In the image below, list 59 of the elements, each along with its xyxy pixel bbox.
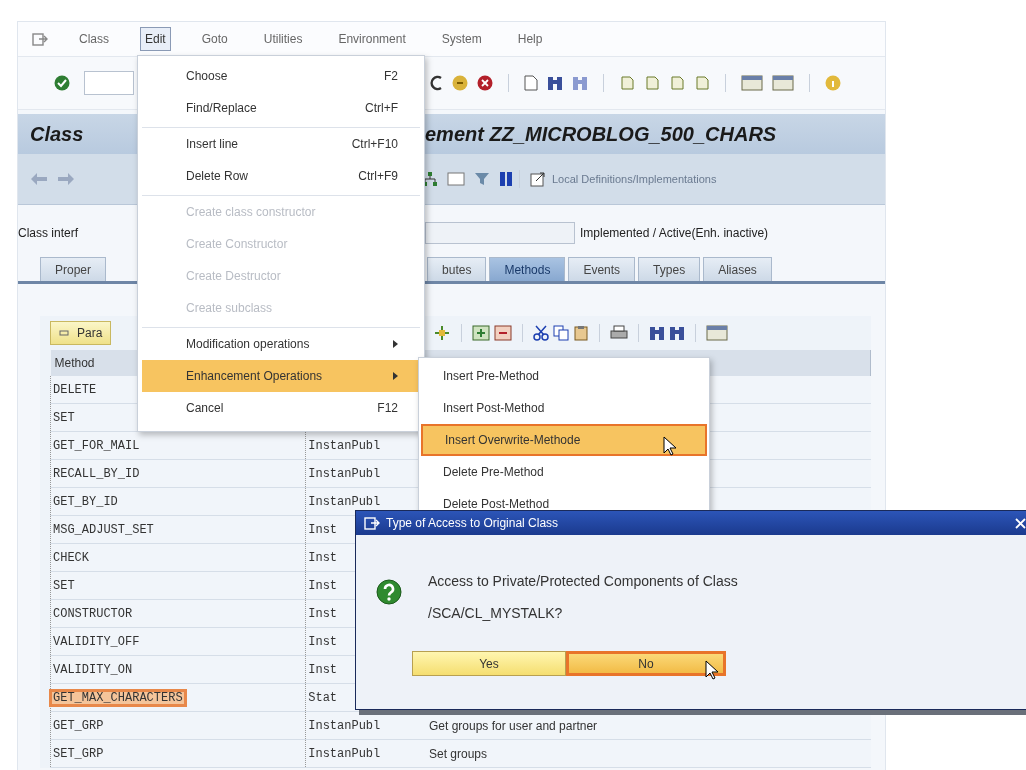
- menu-item[interactable]: Insert Post-Method: [421, 392, 707, 424]
- method-name[interactable]: SET: [51, 578, 77, 593]
- method-type: Inst: [307, 606, 339, 621]
- menu-item[interactable]: Insert line Ctrl+F10: [142, 127, 420, 160]
- method-type: InstanPubl: [307, 466, 382, 481]
- tab[interactable]: Methods: [489, 257, 566, 281]
- menu-item[interactable]: Find/Replace Ctrl+F: [142, 92, 420, 124]
- method-name[interactable]: GET_FOR_MAIL: [51, 438, 142, 453]
- method-name[interactable]: VALIDITY_ON: [51, 662, 135, 677]
- menu-bar-item[interactable]: Edit: [140, 27, 171, 51]
- method-type: InstanPubl: [307, 718, 382, 733]
- menu-item[interactable]: Delete Pre-Method: [421, 456, 707, 488]
- menu-item[interactable]: Cancel F12: [142, 392, 420, 424]
- menu-item[interactable]: Enhancement Operations: [142, 360, 420, 392]
- menu-item[interactable]: Choose F2: [142, 60, 420, 92]
- menu-item[interactable]: Insert Pre-Method: [421, 360, 707, 392]
- method-name[interactable]: RECALL_BY_ID: [51, 466, 142, 481]
- dialog-title: Type of Access to Original Class: [386, 516, 559, 530]
- parameters-button[interactable]: Para: [50, 321, 112, 345]
- method-name[interactable]: GET_GRP: [51, 718, 106, 733]
- menu-bar-item[interactable]: Help: [512, 27, 548, 51]
- tab[interactable]: Events: [568, 257, 636, 281]
- method-name[interactable]: MSG_ADJUST_SET: [51, 522, 156, 537]
- method-type: Stat: [307, 690, 339, 705]
- method-name[interactable]: VALIDITY_OFF: [51, 634, 142, 649]
- method-name[interactable]: GET_MAX_CHARACTERS: [51, 690, 185, 705]
- menu-bar-item[interactable]: System: [436, 27, 487, 51]
- method-name[interactable]: DELETE: [51, 382, 99, 397]
- menu-bar-item[interactable]: Class: [74, 27, 114, 51]
- method-name[interactable]: SET_GRP: [51, 746, 106, 761]
- method-name[interactable]: CONSTRUCTOR: [51, 606, 135, 621]
- method-type: InstanPubl: [307, 746, 382, 761]
- method-type: Inst: [307, 634, 339, 649]
- menu-bar-item[interactable]: Utilities: [258, 27, 308, 51]
- dialog-message: Access to Private/Protected Components of Class /SCA/CL_MYSTALK?: [428, 572, 738, 623]
- method-name[interactable]: CHECK: [51, 550, 91, 565]
- field-label: Class interf: [18, 226, 79, 240]
- method-type: InstanPubl: [307, 494, 382, 509]
- method-name[interactable]: GET_BY_ID: [51, 494, 120, 509]
- tab[interactable]: Proper: [40, 257, 107, 281]
- menu-item[interactable]: Insert Overwrite-Methode: [421, 424, 707, 456]
- method-type: Inst: [307, 662, 339, 677]
- dialog-button[interactable]: Yes: [412, 651, 566, 676]
- status-text: Implemented / Active(Enh. inactive): [580, 226, 769, 240]
- method-type: Inst: [307, 522, 339, 537]
- tab[interactable]: butes: [427, 257, 487, 281]
- window-title: Class: [30, 122, 84, 146]
- method-type: Inst: [307, 550, 339, 565]
- window-title: ement ZZ_MICROBLOG_500_CHARS: [425, 122, 777, 146]
- method-description: Get groups for user and partner: [428, 718, 599, 733]
- method-name[interactable]: SET: [51, 410, 77, 425]
- method-type: InstanPubl: [307, 438, 382, 453]
- menu-item[interactable]: Delete Row Ctrl+F9: [142, 160, 420, 192]
- method-description: Set groups: [428, 746, 489, 761]
- menu-bar-item[interactable]: Environment: [333, 27, 411, 51]
- method-type: Inst: [307, 578, 339, 593]
- tab[interactable]: Aliases: [703, 257, 772, 281]
- tab[interactable]: Types: [638, 257, 701, 281]
- menu-bar-item[interactable]: Goto: [196, 27, 233, 51]
